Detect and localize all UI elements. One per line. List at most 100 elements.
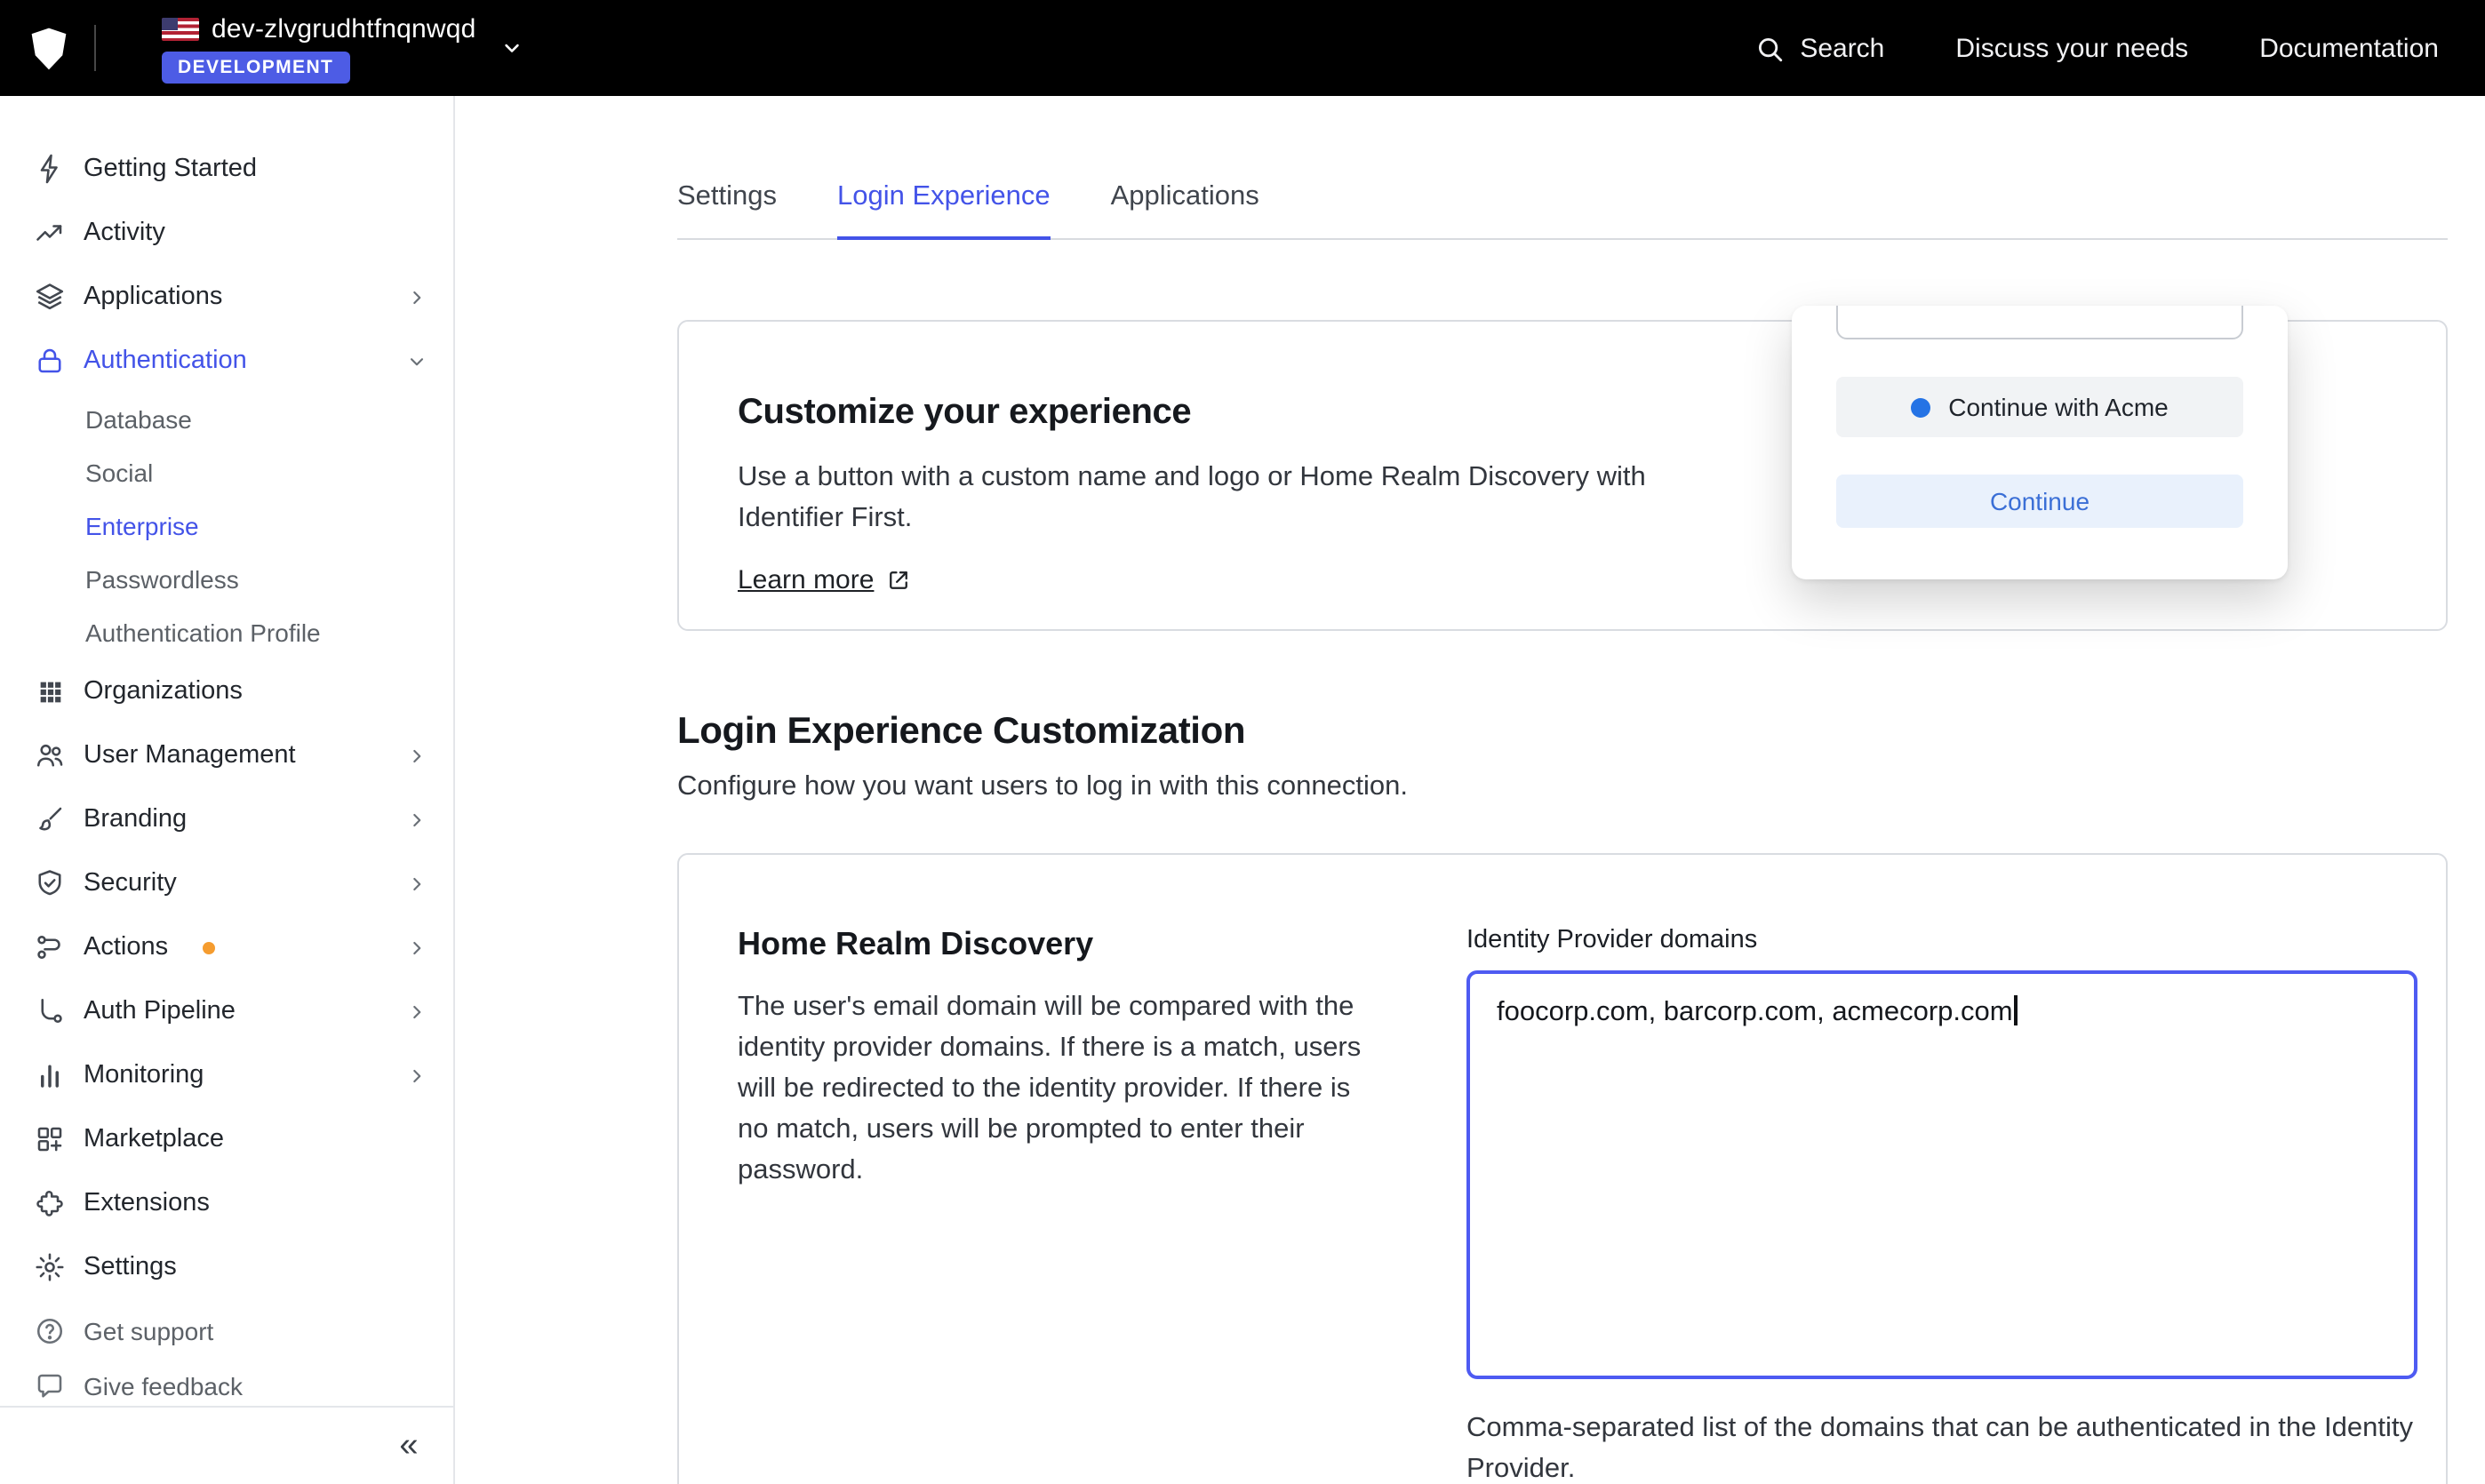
tab-settings[interactable]: Settings [677, 181, 777, 238]
chevron-down-icon[interactable] [499, 36, 524, 60]
sidebar-item-give-feedback[interactable]: Give feedback [0, 1358, 453, 1413]
preview-continue-with-acme-button: Continue with Acme [1836, 377, 2243, 437]
chevron-right-icon [405, 744, 428, 767]
sidebar-item-label: Branding [84, 805, 187, 834]
sidebar-item-activity[interactable]: Activity [0, 201, 453, 265]
preview-continue-button: Continue [1836, 475, 2243, 528]
sidebar-item-label: User Management [84, 741, 296, 770]
sidebar-item-label: Authentication [84, 347, 247, 375]
sidebar-footer: « [0, 1406, 453, 1484]
feedback-icon [34, 1369, 66, 1401]
sidebar-item-database[interactable]: Database [0, 393, 453, 446]
sidebar-item-label: Actions [84, 933, 168, 961]
tenant-switcher[interactable]: dev-zlvgrudhtfnqnwqd DEVELOPMENT [162, 13, 476, 83]
bars-icon [34, 1059, 66, 1091]
chevron-right-icon [405, 285, 428, 308]
activity-icon [34, 217, 66, 249]
sidebar-item-organizations[interactable]: Organizations [0, 659, 453, 723]
discuss-your-needs-link[interactable]: Discuss your needs [1955, 33, 2188, 63]
search-button[interactable]: Search [1754, 33, 1884, 63]
shield-icon [34, 867, 66, 899]
acme-logo-icon [1911, 397, 1930, 417]
users-icon [34, 739, 66, 771]
main-content: Settings Login Experience Applications C… [455, 96, 2485, 1484]
preview-identifier-input [1836, 306, 2243, 339]
environment-badge: DEVELOPMENT [162, 51, 349, 83]
customize-card-body: Use a button with a custom name and logo… [738, 457, 1671, 539]
sidebar-item-authentication[interactable]: Authentication [0, 329, 453, 393]
chevron-right-icon [405, 808, 428, 831]
tenant-name: dev-zlvgrudhtfnqnwqd [212, 13, 476, 44]
login-preview-widget: Continue with Acme Continue [1792, 306, 2288, 579]
sidebar-item-label: Security [84, 869, 177, 898]
us-flag-icon [162, 17, 199, 40]
sidebar-item-label: Monitoring [84, 1061, 204, 1089]
customize-experience-card: Customize your experience Use a button w… [677, 320, 2448, 631]
hrd-title: Home Realm Discovery [738, 926, 1363, 963]
grid-icon [34, 676, 66, 706]
sidebar-item-label: Database [85, 405, 192, 434]
topbar-divider [94, 25, 96, 71]
sidebar-item-actions[interactable]: Actions [0, 915, 453, 979]
sidebar-item-marketplace[interactable]: Marketplace [0, 1107, 453, 1171]
page: dev-zlvgrudhtfnqnwqd DEVELOPMENT Search … [0, 0, 2485, 1484]
chevron-right-icon [405, 936, 428, 959]
tab-login-experience[interactable]: Login Experience [837, 181, 1051, 240]
sidebar-item-security[interactable]: Security [0, 851, 453, 915]
brush-icon [34, 803, 66, 835]
sidebar-item-label: Getting Started [84, 155, 257, 183]
preview-button-label: Continue with Acme [1948, 393, 2168, 421]
sidebar-item-settings[interactable]: Settings [0, 1235, 453, 1299]
sidebar-item-get-support[interactable]: Get support [0, 1303, 453, 1358]
layers-icon [34, 281, 66, 313]
sidebar-item-branding[interactable]: Branding [0, 787, 453, 851]
chevron-right-icon [405, 1064, 428, 1087]
pipeline-icon [34, 995, 66, 1027]
gear-icon [34, 1251, 66, 1283]
sidebar-item-getting-started[interactable]: Getting Started [0, 137, 453, 201]
chevron-down-icon [405, 349, 428, 372]
identity-provider-domains-input[interactable]: foocorp.com, barcorp.com, acmecorp.com [1466, 970, 2417, 1379]
sidebar-item-authentication-profile[interactable]: Authentication Profile [0, 606, 453, 659]
learn-more-link[interactable]: Learn more [738, 565, 911, 595]
search-icon [1754, 33, 1784, 63]
section-title: Login Experience Customization [677, 711, 2448, 754]
tab-applications[interactable]: Applications [1111, 181, 1259, 238]
topbar: dev-zlvgrudhtfnqnwqd DEVELOPMENT Search … [0, 0, 2485, 96]
collapse-sidebar-button[interactable]: « [382, 1419, 435, 1472]
sidebar-item-label: Give feedback [84, 1371, 243, 1400]
sidebar-item-label: Settings [84, 1253, 177, 1281]
flow-icon [34, 931, 66, 963]
notification-dot [202, 941, 214, 953]
chevron-right-icon [405, 1000, 428, 1023]
learn-more-label: Learn more [738, 565, 874, 595]
section-subtitle: Configure how you want users to log in w… [677, 771, 2448, 803]
sidebar-item-enterprise[interactable]: Enterprise [0, 499, 453, 553]
sidebar-item-extensions[interactable]: Extensions [0, 1171, 453, 1235]
home-realm-discovery-card: Home Realm Discovery The user's email do… [677, 853, 2448, 1484]
hrd-description: The user's email domain will be compared… [738, 986, 1363, 1191]
sidebar-item-label: Organizations [84, 677, 243, 706]
help-icon [34, 1314, 66, 1346]
sidebar-item-auth-pipeline[interactable]: Auth Pipeline [0, 979, 453, 1043]
domains-helper-text: Comma-separated list of the domains that… [1466, 1408, 2417, 1484]
sidebar-item-applications[interactable]: Applications [0, 265, 453, 329]
sidebar-item-passwordless[interactable]: Passwordless [0, 553, 453, 606]
sidebar-item-social[interactable]: Social [0, 446, 453, 499]
text-cursor [2015, 995, 2018, 1025]
puzzle-icon [34, 1187, 66, 1219]
auth0-logo-icon[interactable] [25, 24, 73, 72]
marketplace-icon [34, 1123, 66, 1155]
sidebar-item-label: Social [85, 459, 153, 487]
sidebar-item-user-management[interactable]: User Management [0, 723, 453, 787]
sidebar: Getting Started Activity Applications Au… [0, 96, 455, 1484]
chevron-right-icon [405, 872, 428, 895]
sidebar-item-label: Get support [84, 1316, 213, 1344]
sidebar-item-label: Applications [84, 283, 222, 311]
sidebar-item-label: Activity [84, 219, 165, 247]
external-link-icon [884, 567, 911, 594]
sidebar-item-monitoring[interactable]: Monitoring [0, 1043, 453, 1107]
identity-provider-domains-label: Identity Provider domains [1466, 926, 2417, 954]
search-label: Search [1800, 33, 1884, 63]
documentation-link[interactable]: Documentation [2259, 33, 2439, 63]
